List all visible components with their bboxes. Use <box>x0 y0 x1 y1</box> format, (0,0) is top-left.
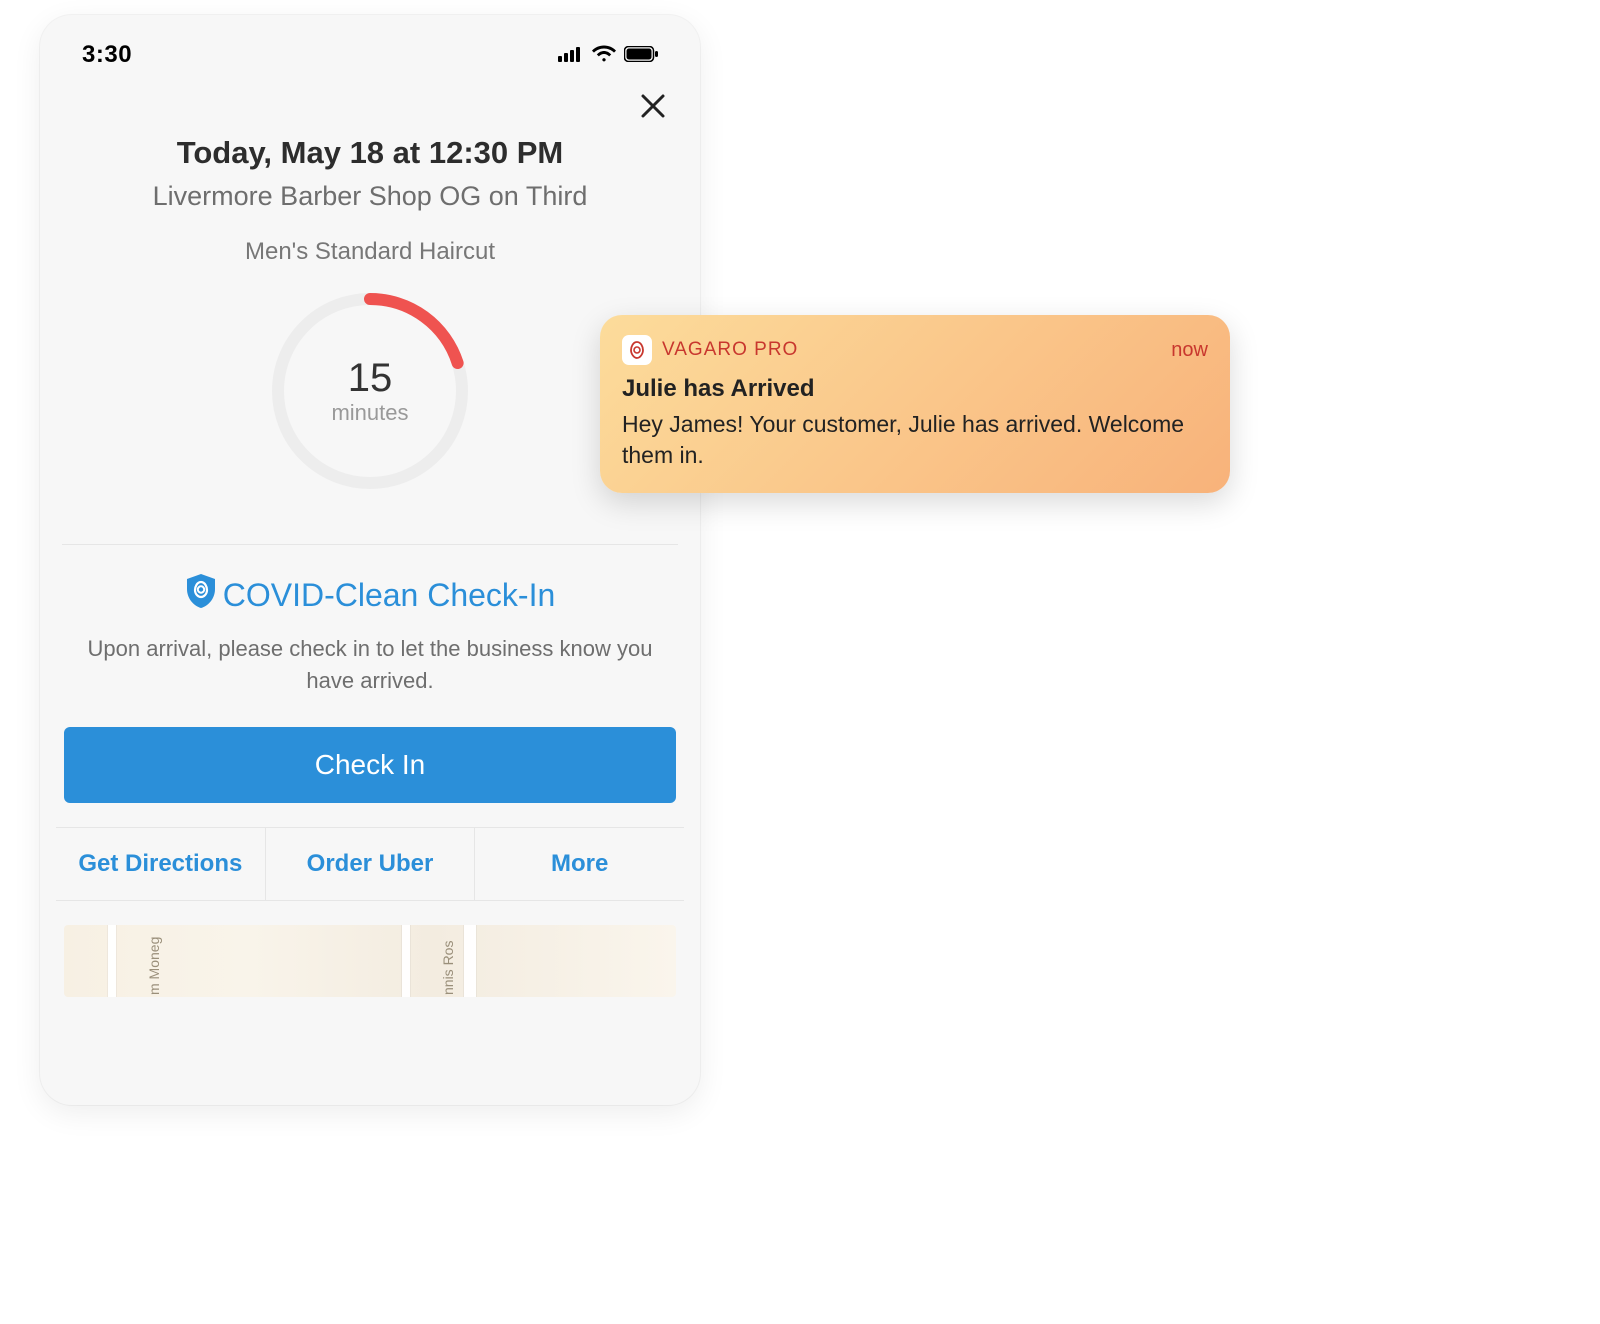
appointment-header: Today, May 18 at 12:30 PM Livermore Barb… <box>56 135 684 544</box>
shield-icon <box>185 573 217 617</box>
countdown-ring: 15 minutes <box>267 288 473 494</box>
wifi-icon <box>592 41 616 69</box>
battery-icon <box>624 41 658 69</box>
status-time: 3:30 <box>82 41 132 69</box>
covid-heading: COVID-Clean Check-In <box>223 577 556 614</box>
map-street-label: m Moneg <box>146 936 162 994</box>
covid-checkin-section: COVID-Clean Check-In Upon arrival, pleas… <box>56 545 684 715</box>
covid-heading-row: COVID-Clean Check-In <box>70 573 670 617</box>
covid-description: Upon arrival, please check in to let the… <box>70 633 670 697</box>
push-notification[interactable]: VAGARO PRO now Julie has Arrived Hey Jam… <box>600 315 1230 493</box>
vagaro-app-icon <box>622 335 652 365</box>
notification-title: Julie has Arrived <box>622 375 1208 403</box>
status-bar: 3:30 <box>56 35 684 87</box>
shop-name: Livermore Barber Shop OG on Third <box>76 181 664 212</box>
map-preview[interactable]: m Moneg nnis Ros <box>64 925 676 997</box>
phone-card: 3:30 Today, May 18 at 12:30 PM L <box>40 15 700 1105</box>
more-button[interactable]: More <box>475 828 684 900</box>
countdown-unit: minutes <box>331 400 408 426</box>
get-directions-button[interactable]: Get Directions <box>56 828 266 900</box>
cellular-icon <box>558 41 584 69</box>
appointment-date: Today, May 18 at 12:30 PM <box>76 135 664 171</box>
status-indicators <box>558 41 658 69</box>
notification-time: now <box>1171 339 1208 362</box>
check-in-button[interactable]: Check In <box>64 727 676 803</box>
notification-header: VAGARO PRO now <box>622 335 1208 365</box>
action-row: Get Directions Order Uber More <box>56 827 684 901</box>
notification-body: Hey James! Your customer, Julie has arri… <box>622 409 1208 471</box>
map-street-label: nnis Ros <box>440 940 456 994</box>
countdown-value: 15 <box>348 356 393 400</box>
order-uber-button[interactable]: Order Uber <box>266 828 476 900</box>
close-icon[interactable] <box>640 91 666 125</box>
notification-app-name: VAGARO PRO <box>662 339 798 361</box>
service-name: Men's Standard Haircut <box>76 238 664 266</box>
